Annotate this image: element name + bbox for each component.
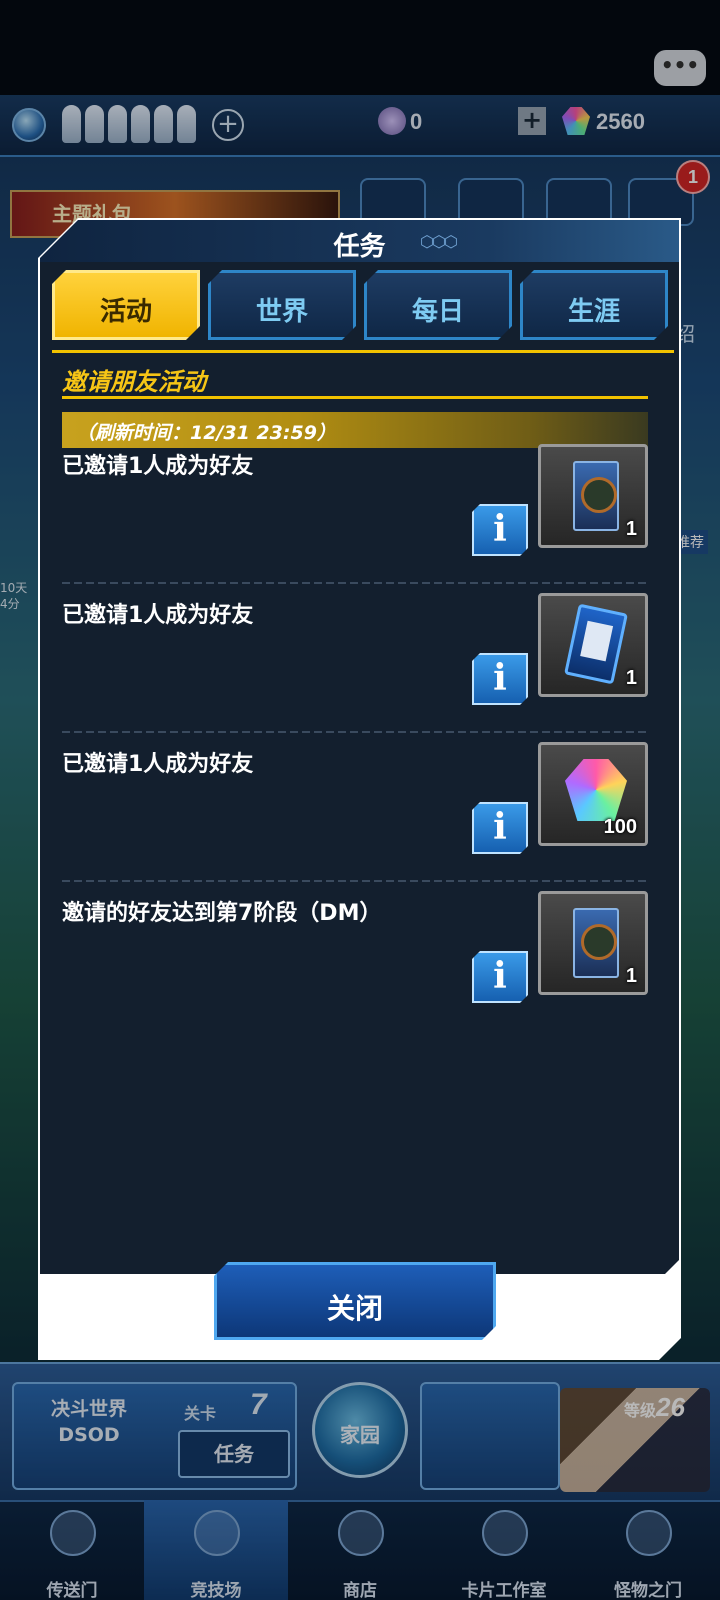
mission-dialog: 任务 ⬡⬡⬡ 活动 世界 每日 生涯 邀请朋友活动 （刷新时间：12/31 23… bbox=[38, 218, 681, 1360]
mission-item: 已邀请1人成为好友 i 100 bbox=[62, 742, 648, 892]
reward-slot[interactable]: 1 bbox=[538, 891, 648, 995]
close-label: 关闭 bbox=[326, 1292, 383, 1325]
card-pack-icon bbox=[573, 908, 619, 978]
section-title: 邀请朋友活动 bbox=[62, 368, 206, 396]
mission-divider bbox=[62, 731, 648, 733]
reward-slot[interactable]: 1 bbox=[538, 593, 648, 697]
mission-text: 已邀请1人成为好友 bbox=[62, 454, 254, 479]
hex-decoration-icon: ⬡⬡⬡ bbox=[420, 232, 458, 251]
tab-label: 每日 bbox=[411, 297, 464, 327]
tab-underline bbox=[52, 350, 674, 353]
mission-item: 已邀请1人成为好友 i 1 bbox=[62, 444, 648, 594]
dialog-body: 活动 世界 每日 生涯 邀请朋友活动 （刷新时间：12/31 23:59） 已邀… bbox=[40, 262, 679, 1274]
tab-label: 世界 bbox=[255, 297, 308, 327]
tab-daily[interactable]: 每日 bbox=[364, 270, 512, 340]
info-button[interactable]: i bbox=[472, 951, 528, 1003]
reward-slot[interactable]: 1 bbox=[538, 444, 648, 548]
dialog-title: 任务 bbox=[333, 232, 386, 262]
tab-label: 生涯 bbox=[567, 297, 620, 327]
reward-quantity: 1 bbox=[625, 965, 637, 987]
mission-divider bbox=[62, 880, 648, 882]
info-icon: i bbox=[493, 806, 507, 848]
mission-text: 邀请的好友达到第7阶段（DM） bbox=[62, 901, 382, 926]
tab-world[interactable]: 世界 bbox=[208, 270, 356, 340]
tab-career[interactable]: 生涯 bbox=[520, 270, 668, 340]
mission-item: 已邀请1人成为好友 i 1 bbox=[62, 593, 648, 743]
reward-quantity: 100 bbox=[603, 816, 637, 838]
gem-icon bbox=[565, 759, 627, 821]
info-icon: i bbox=[493, 508, 507, 550]
info-icon: i bbox=[493, 955, 507, 997]
mission-divider bbox=[62, 582, 648, 584]
reward-quantity: 1 bbox=[625, 667, 637, 689]
reward-quantity: 1 bbox=[625, 518, 637, 540]
refresh-time: （刷新时间：12/31 23:59） bbox=[76, 422, 336, 444]
info-button[interactable]: i bbox=[472, 653, 528, 705]
dialog-title-bar: 任务 ⬡⬡⬡ bbox=[40, 220, 679, 262]
info-button[interactable]: i bbox=[472, 802, 528, 854]
card-sleeve-icon bbox=[564, 604, 628, 685]
mission-text: 已邀请1人成为好友 bbox=[62, 752, 254, 777]
refresh-time-bar: （刷新时间：12/31 23:59） bbox=[62, 412, 648, 448]
info-button[interactable]: i bbox=[472, 504, 528, 556]
mission-text: 已邀请1人成为好友 bbox=[62, 603, 254, 628]
section-divider bbox=[62, 396, 648, 399]
info-icon: i bbox=[493, 657, 507, 699]
mission-item: 邀请的好友达到第7阶段（DM） i 1 bbox=[62, 891, 648, 1041]
card-pack-icon bbox=[573, 461, 619, 531]
close-button[interactable]: 关闭 bbox=[214, 1262, 496, 1340]
reward-slot[interactable]: 100 bbox=[538, 742, 648, 846]
tab-event[interactable]: 活动 bbox=[52, 270, 200, 340]
mission-tabs: 活动 世界 每日 生涯 bbox=[48, 270, 672, 342]
tab-label: 活动 bbox=[99, 297, 152, 327]
